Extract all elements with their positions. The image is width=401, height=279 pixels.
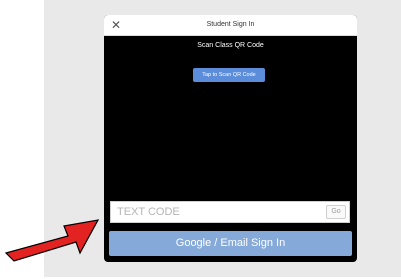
sign-in-modal: ✕ Student Sign In Scan Class QR Code Tap… [104, 15, 357, 262]
arrow-shape [4, 219, 100, 262]
modal-header: ✕ Student Sign In [104, 15, 357, 36]
text-code-input[interactable] [117, 204, 317, 220]
google-email-sign-in-button[interactable]: Google / Email Sign In [109, 231, 352, 256]
text-code-field: Go [110, 201, 350, 223]
red-arrow-icon [4, 219, 100, 262]
scan-qr-label: Scan Class QR Code [197, 42, 264, 49]
modal-title: Student Sign In [206, 21, 255, 28]
go-button[interactable]: Go [326, 205, 346, 219]
scan-qr-button[interactable]: Tap to Scan QR Code [193, 68, 265, 82]
